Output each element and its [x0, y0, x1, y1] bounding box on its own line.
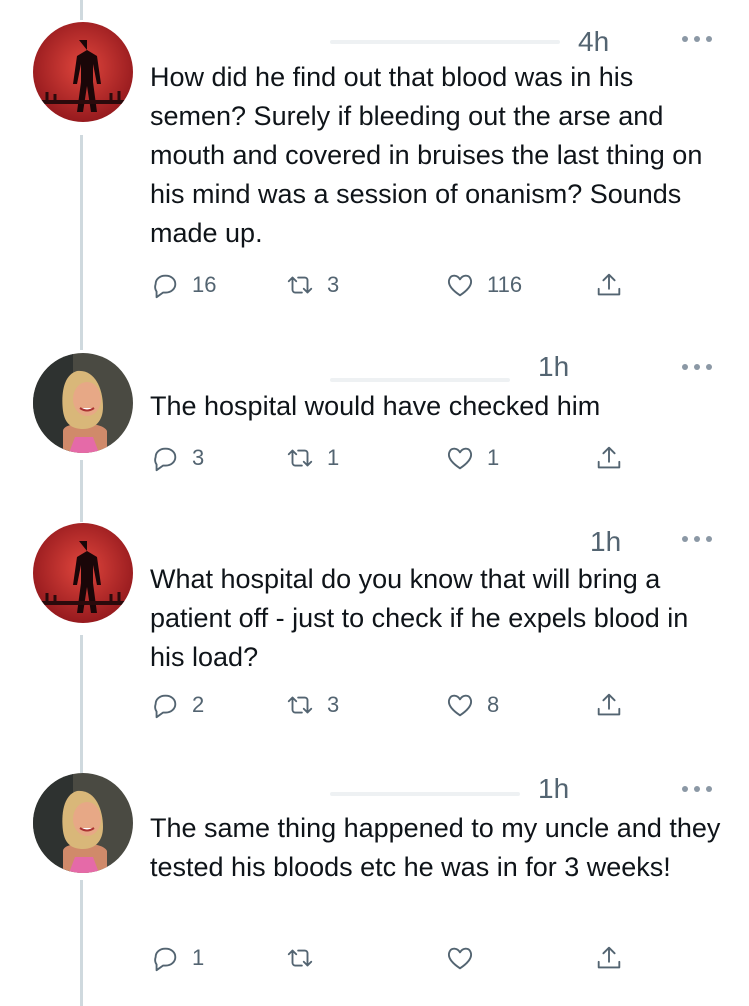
- reply-icon: [154, 694, 177, 719]
- retweet-button[interactable]: 1: [285, 440, 339, 476]
- avatar[interactable]: [33, 773, 133, 873]
- retweet-button[interactable]: [285, 940, 327, 976]
- heart-icon: [447, 447, 473, 470]
- tweet-time[interactable]: 1h: [538, 353, 569, 381]
- share-icon: [597, 273, 621, 296]
- like-button[interactable]: 8: [445, 687, 499, 723]
- like-button[interactable]: [445, 940, 487, 976]
- tweet-time[interactable]: 1h: [590, 528, 621, 556]
- hidden-username-bar: [330, 792, 520, 796]
- tweet[interactable]: 1h The hospital would have checked him 3…: [0, 340, 749, 510]
- avatar[interactable]: [33, 22, 133, 122]
- tweet-actions: 2 3 8: [150, 687, 650, 723]
- woman-portrait-avatar-image: [33, 773, 133, 873]
- more-icon[interactable]: [680, 534, 716, 544]
- share-button[interactable]: [594, 440, 624, 476]
- tweet[interactable]: 4h How did he find out that blood was in…: [0, 0, 749, 340]
- reply-icon: [154, 447, 177, 472]
- share-button[interactable]: [594, 687, 624, 723]
- reply-count: 2: [192, 692, 205, 717]
- more-icon[interactable]: [680, 34, 716, 44]
- tweet-time[interactable]: 4h: [578, 28, 609, 56]
- hidden-username-bar: [330, 378, 510, 382]
- retweet-icon: [287, 949, 313, 967]
- tweet-time[interactable]: 1h: [538, 775, 569, 803]
- retweet-button[interactable]: 3: [285, 267, 339, 303]
- woman-portrait-avatar-image: [33, 353, 133, 453]
- like-count: 8: [487, 692, 500, 717]
- retweet-icon: [287, 449, 313, 467]
- tweet-text: The hospital would have checked him: [150, 391, 601, 421]
- retweet-count: 3: [327, 272, 340, 297]
- like-button[interactable]: 1: [445, 440, 499, 476]
- retweet-count: 3: [327, 692, 340, 717]
- share-icon: [597, 446, 621, 469]
- share-button[interactable]: [594, 940, 624, 976]
- reply-icon: [154, 947, 177, 972]
- avatar[interactable]: [33, 523, 133, 623]
- tweet-actions: 1: [150, 940, 650, 976]
- more-icon[interactable]: [680, 362, 716, 372]
- retweet-icon: [287, 276, 313, 294]
- retweet-button[interactable]: 3: [285, 687, 339, 723]
- tweet-text: The same thing happened to my uncle and …: [150, 813, 721, 882]
- reply-count: 3: [192, 445, 205, 470]
- share-icon: [597, 693, 621, 716]
- tweet-text: How did he find out that blood was in hi…: [150, 62, 703, 248]
- more-icon[interactable]: [680, 784, 716, 794]
- heart-icon: [447, 694, 473, 717]
- tweet-actions: 16 3 116: [150, 267, 650, 303]
- share-icon: [597, 946, 621, 969]
- tweet[interactable]: 1h What hospital do you know that will b…: [0, 510, 749, 760]
- tweet-text: What hospital do you know that will brin…: [150, 564, 689, 672]
- heart-icon: [447, 274, 473, 297]
- reply-icon: [154, 274, 177, 299]
- reply-count: 1: [192, 945, 205, 970]
- retweet-count: 1: [327, 445, 340, 470]
- reply-button[interactable]: 2: [150, 687, 204, 723]
- reply-count: 16: [192, 272, 217, 297]
- avatar[interactable]: [33, 353, 133, 453]
- reply-button[interactable]: 3: [150, 440, 204, 476]
- like-button[interactable]: 116: [445, 267, 522, 303]
- tweet[interactable]: 1h The same thing happened to my uncle a…: [0, 760, 749, 1006]
- like-count: 116: [487, 272, 523, 297]
- tweet-actions: 3 1 1: [150, 440, 650, 476]
- reply-button[interactable]: 16: [150, 267, 216, 303]
- retweet-icon: [287, 696, 313, 714]
- share-button[interactable]: [594, 267, 624, 303]
- hidden-username-bar: [330, 40, 560, 44]
- reply-button[interactable]: 1: [150, 940, 204, 976]
- like-count: 1: [487, 445, 500, 470]
- dark-figure-avatar-image: [33, 22, 133, 122]
- heart-icon: [447, 947, 473, 970]
- dark-figure-avatar-image: [33, 523, 133, 623]
